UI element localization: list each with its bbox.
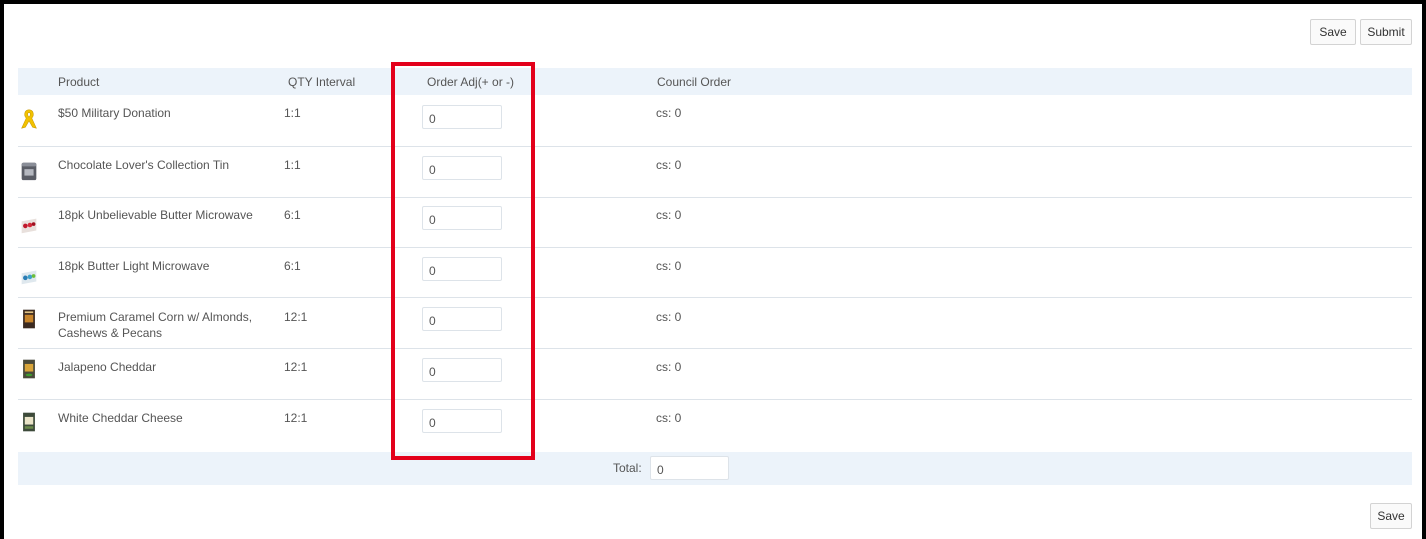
row-divider xyxy=(18,146,1412,147)
qty-interval: 6:1 xyxy=(284,259,301,273)
qty-interval: 1:1 xyxy=(284,158,301,172)
qty-interval: 12:1 xyxy=(284,360,308,374)
row-divider xyxy=(18,348,1412,349)
column-header-product: Product xyxy=(58,75,100,89)
submit-button[interactable]: Submit xyxy=(1360,19,1412,45)
microwave-popcorn-box-icon xyxy=(21,218,37,234)
qty-interval: 1:1 xyxy=(284,106,301,120)
order-adj-highlight xyxy=(391,62,535,460)
row-divider xyxy=(18,399,1412,400)
column-header-council-order: Council Order xyxy=(657,75,732,89)
jalapeno-cheddar-bag-icon xyxy=(23,359,35,379)
product-name: Chocolate Lover's Collection Tin xyxy=(58,158,230,172)
product-name: Premium Caramel Corn w/ Almonds, Cashews… xyxy=(58,309,252,341)
row-divider xyxy=(18,297,1412,298)
council-order: cs: 0 xyxy=(656,208,682,222)
council-order: cs: 0 xyxy=(656,158,682,172)
qty-interval: 12:1 xyxy=(284,411,308,425)
product-name: White Cheddar Cheese xyxy=(58,411,183,425)
council-order: cs: 0 xyxy=(656,106,682,120)
council-order: cs: 0 xyxy=(656,259,682,273)
save-button-bottom[interactable]: Save xyxy=(1370,503,1412,529)
row-divider xyxy=(18,197,1412,198)
save-button-top[interactable]: Save xyxy=(1310,19,1356,45)
row-divider xyxy=(18,247,1412,248)
council-order: cs: 0 xyxy=(656,360,682,374)
product-name: 18pk Butter Light Microwave xyxy=(58,259,210,273)
column-header-qty-interval: QTY Interval xyxy=(288,75,356,89)
product-name: Jalapeno Cheddar xyxy=(58,360,157,374)
council-order: cs: 0 xyxy=(656,411,682,425)
butter-light-box-icon xyxy=(21,270,37,285)
white-cheddar-bag-icon xyxy=(23,412,35,432)
council-order: cs: 0 xyxy=(656,310,682,324)
product-name-line-2: Cashews & Pecans xyxy=(58,326,163,340)
product-name: 18pk Unbelievable Butter Microwave xyxy=(58,208,253,222)
total-label: Total: xyxy=(613,461,642,475)
total-input[interactable] xyxy=(650,456,729,480)
qty-interval: 6:1 xyxy=(284,208,301,222)
caramel-corn-bag-icon xyxy=(23,309,35,329)
yellow-ribbon-icon xyxy=(21,109,37,129)
qty-interval: 12:1 xyxy=(284,310,308,324)
product-name: $50 Military Donation xyxy=(58,106,171,120)
product-name-line-1: Premium Caramel Corn w/ Almonds, xyxy=(58,310,253,324)
collection-tin-icon xyxy=(21,162,37,181)
